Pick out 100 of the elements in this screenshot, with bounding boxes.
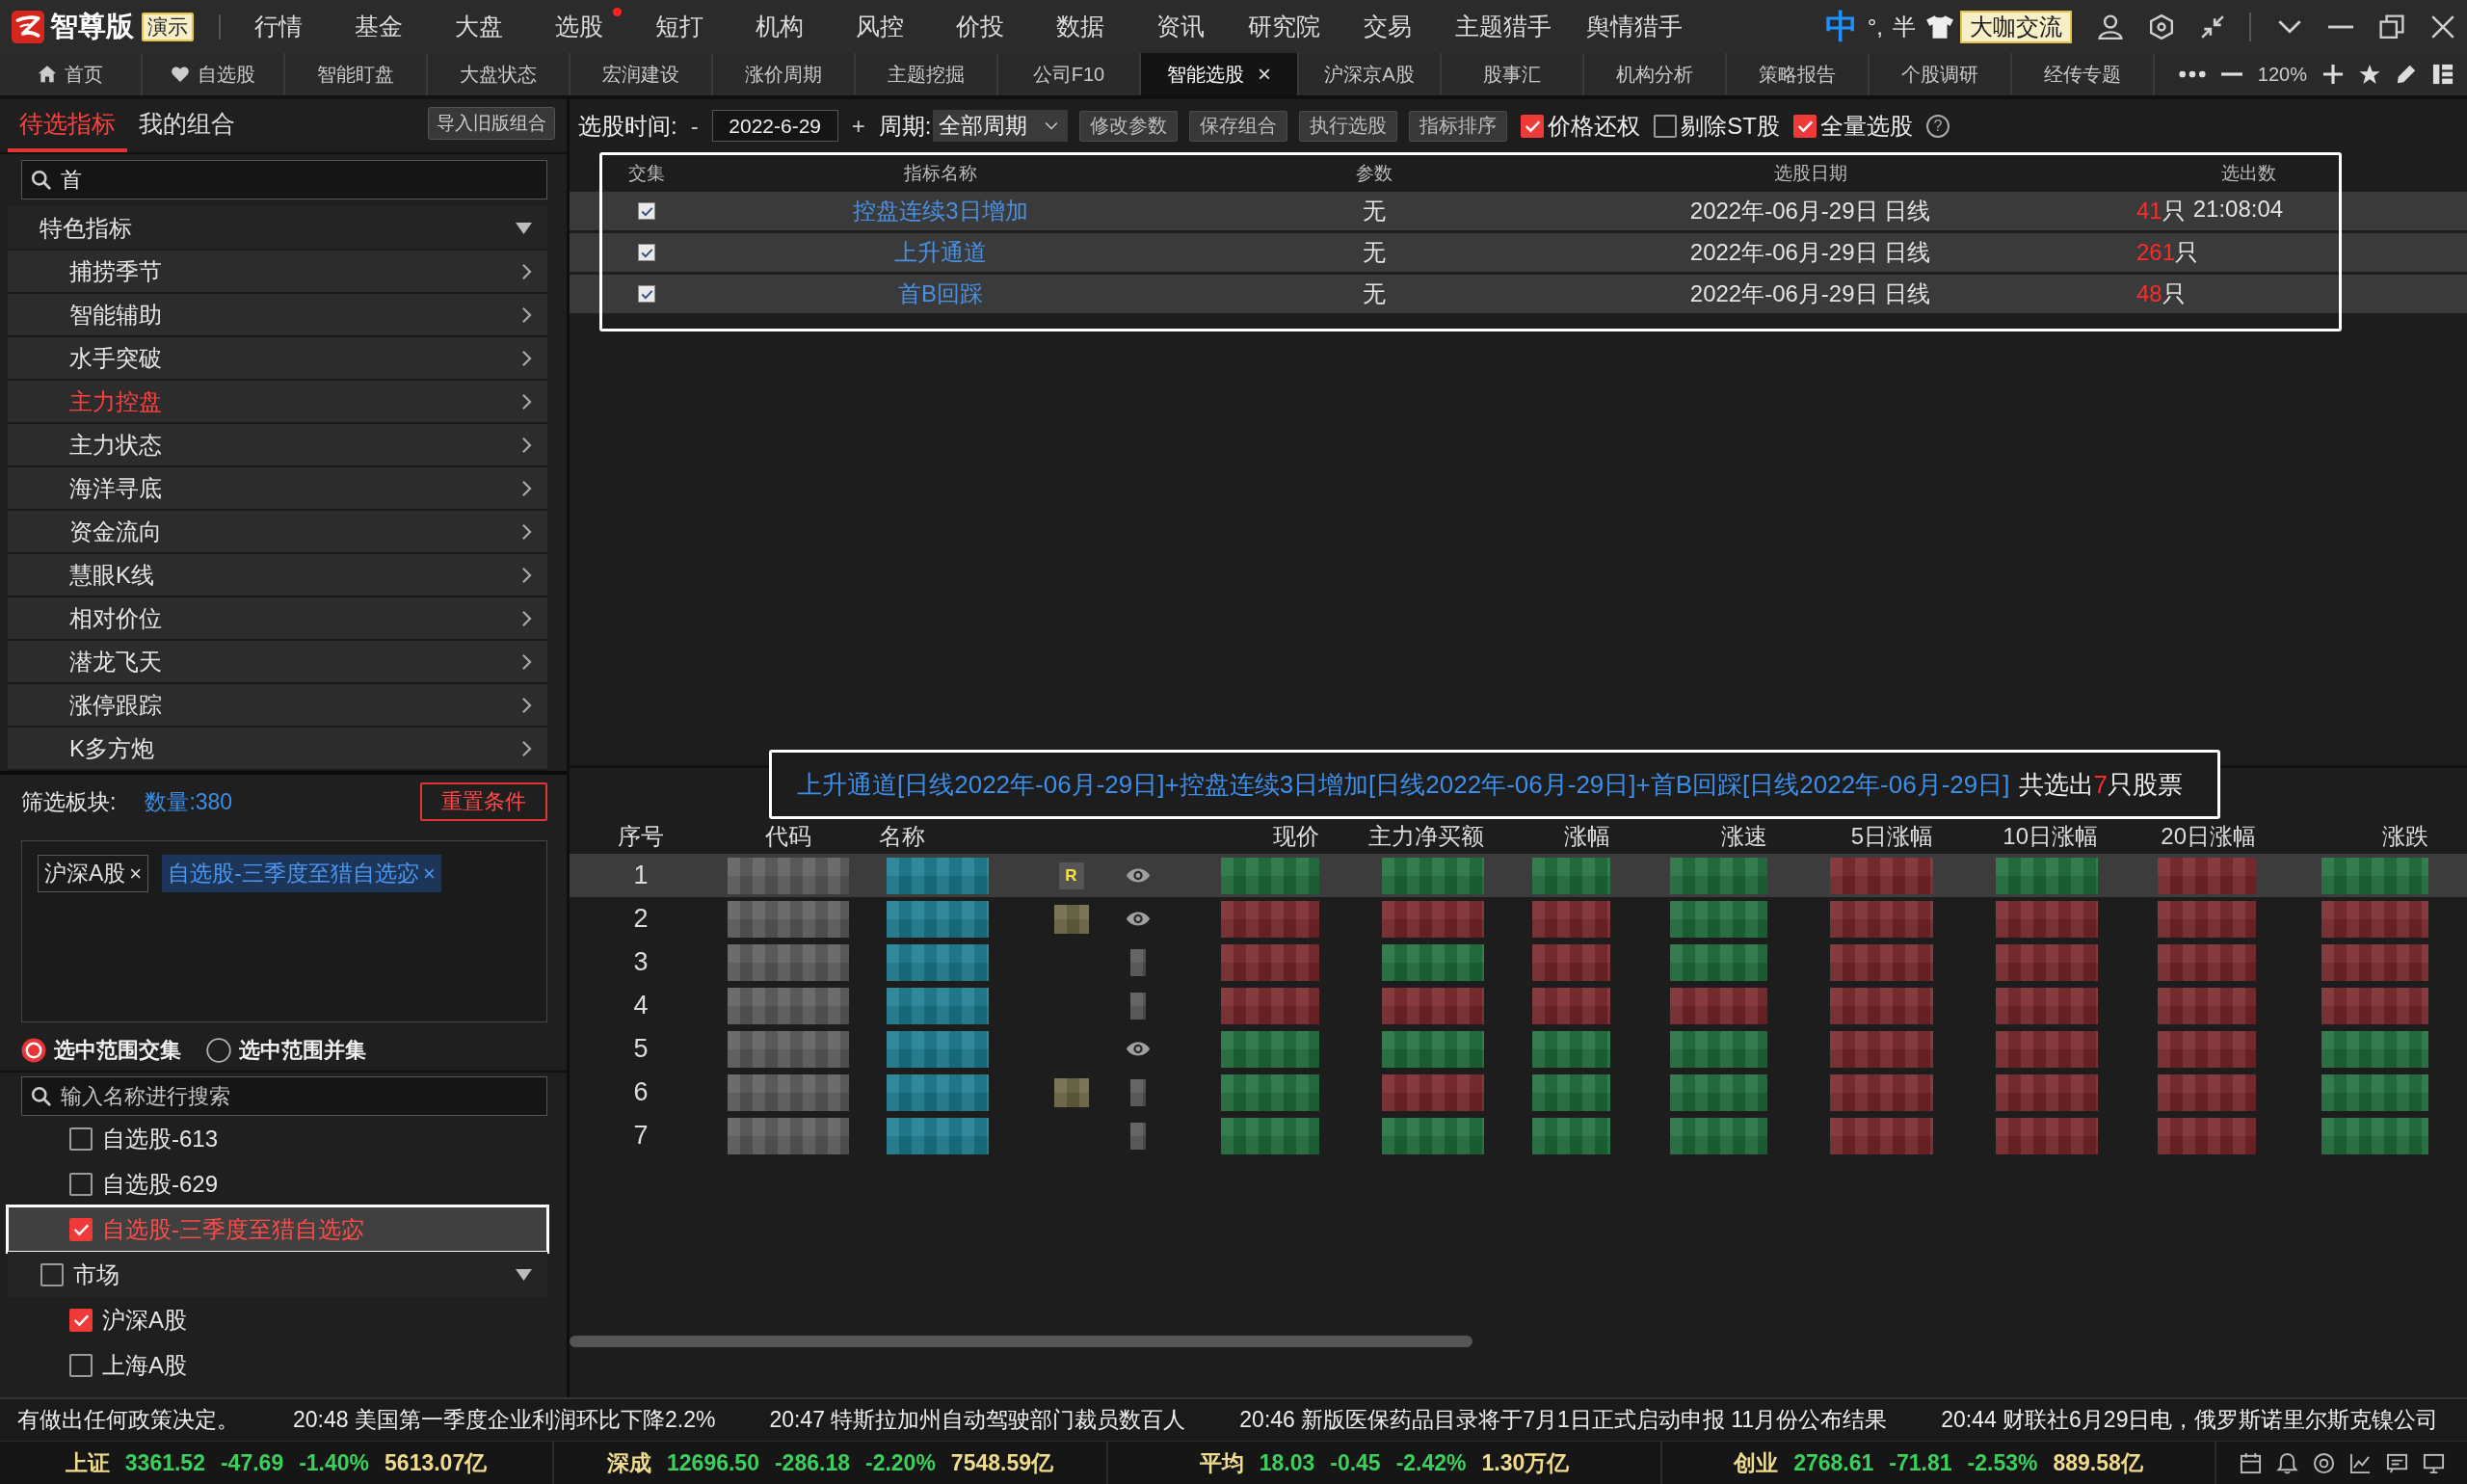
index-name[interactable]: 创业 bbox=[1734, 1447, 1779, 1478]
result-row[interactable]: 1 R bbox=[570, 854, 2467, 897]
board-item[interactable]: 自选股-629 bbox=[8, 1161, 547, 1206]
column-header[interactable]: 涨幅 bbox=[1564, 821, 1622, 852]
menu-item[interactable]: 主题猎手 bbox=[1438, 11, 1569, 42]
column-header[interactable]: 代码 bbox=[764, 821, 811, 852]
help-icon[interactable]: ? bbox=[1926, 114, 1950, 138]
news-headline[interactable]: 有做出任何政策决定。 bbox=[17, 1405, 239, 1435]
target-icon[interactable] bbox=[2312, 1451, 2335, 1474]
indicator-item[interactable]: 海洋寻底 bbox=[8, 467, 547, 511]
tab[interactable]: 主题挖掘 bbox=[856, 53, 998, 95]
tab[interactable]: 股事汇 bbox=[1442, 53, 1584, 95]
menu-item[interactable]: 交易 bbox=[1338, 11, 1438, 42]
input-mode-indicator[interactable]: 中 bbox=[1824, 4, 1858, 49]
layout-icon[interactable] bbox=[2432, 64, 2454, 85]
column-header[interactable]: 涨速 bbox=[1721, 821, 1779, 852]
menu-item[interactable]: 资讯 bbox=[1130, 11, 1231, 42]
close-tab-button[interactable]: × bbox=[1258, 61, 1271, 88]
user-icon[interactable] bbox=[2098, 13, 2123, 40]
filter-tag[interactable]: 沪深A股 × bbox=[38, 855, 149, 892]
checkbox[interactable] bbox=[1654, 114, 1678, 138]
tab[interactable]: 首页 bbox=[0, 53, 143, 95]
tab[interactable]: 策略报告 bbox=[1727, 53, 1870, 95]
search-field[interactable]: 首 bbox=[21, 160, 547, 199]
result-row[interactable]: 6 bbox=[570, 1071, 2467, 1114]
checkbox[interactable] bbox=[69, 1126, 93, 1151]
news-headline[interactable]: 20:44 财联社6月29日电，俄罗斯诺里尔斯克镍公司 bbox=[1941, 1405, 2439, 1435]
news-headline[interactable]: 20:46 新版医保药品目录将于7月1日正式启动申报 11月份公布结果 bbox=[1239, 1405, 1888, 1435]
indicator-item[interactable]: 资金流向 bbox=[8, 511, 547, 554]
hexagon-icon[interactable] bbox=[2149, 13, 2174, 40]
tab[interactable]: 机构分析 bbox=[1584, 53, 1727, 95]
board-group[interactable]: 市场 bbox=[8, 1252, 547, 1297]
checkbox-label[interactable]: 价格还权 bbox=[1548, 110, 1641, 142]
radio-label[interactable]: 选中范围交集 bbox=[54, 1036, 181, 1065]
result-row[interactable]: 5 bbox=[570, 1027, 2467, 1071]
column-header[interactable]: 序号 bbox=[618, 821, 664, 852]
menu-item[interactable]: 机构 bbox=[729, 11, 830, 42]
toolbar-button[interactable]: 修改参数 bbox=[1079, 110, 1179, 142]
menu-item[interactable]: 数据 bbox=[1030, 11, 1130, 42]
tab[interactable]: 智能盯盘 bbox=[285, 53, 428, 95]
menu-item[interactable]: 选股 bbox=[529, 11, 629, 42]
index-name[interactable]: 平均 bbox=[1199, 1447, 1244, 1478]
panel-tab[interactable]: 待选指标 bbox=[8, 99, 127, 152]
toolbar-button[interactable]: 指标排序 bbox=[1409, 110, 1508, 142]
tab[interactable]: 经传专题 bbox=[2012, 53, 2155, 95]
panel-tab[interactable]: 我的组合 bbox=[127, 99, 247, 152]
checkbox[interactable] bbox=[1793, 114, 1817, 138]
radio-button[interactable] bbox=[21, 1038, 46, 1063]
indicator-item[interactable]: 捕捞季节 bbox=[8, 251, 547, 294]
column-header[interactable]: 5日涨幅 bbox=[1850, 821, 1945, 852]
eye-icon[interactable] bbox=[1125, 1041, 1151, 1057]
index-name[interactable]: 上证 bbox=[65, 1447, 110, 1478]
reset-button[interactable]: 重置条件 bbox=[420, 782, 547, 821]
remove-tag-button[interactable]: × bbox=[422, 861, 436, 887]
indicator-item[interactable]: 相对价位 bbox=[8, 597, 547, 641]
indicator-item[interactable]: 主力状态 bbox=[8, 424, 547, 467]
tab[interactable]: 个股调研 bbox=[1870, 53, 2012, 95]
board-item[interactable]: 沪深A股 bbox=[8, 1297, 547, 1342]
result-row[interactable]: 7 bbox=[570, 1114, 2467, 1157]
decrement-button[interactable]: - bbox=[686, 112, 703, 140]
line-chart-icon[interactable] bbox=[2348, 1451, 2372, 1474]
star-icon[interactable] bbox=[2359, 64, 2380, 85]
checkbox-label[interactable]: 剔除ST股 bbox=[1681, 110, 1781, 142]
eye-icon[interactable] bbox=[1125, 911, 1151, 927]
punctuation-indicator[interactable]: °, bbox=[1867, 13, 1883, 40]
tab[interactable]: 大盘状态 bbox=[428, 53, 570, 95]
menu-item[interactable]: 行情 bbox=[228, 11, 329, 42]
more-icon[interactable] bbox=[2178, 70, 2206, 78]
date-field[interactable]: 2022-6-29 bbox=[711, 110, 838, 142]
checkbox[interactable] bbox=[40, 1262, 64, 1286]
tab[interactable]: 涨价周期 bbox=[713, 53, 856, 95]
column-header[interactable]: 现价 bbox=[1273, 821, 1331, 852]
indicator-item[interactable]: 智能辅助 bbox=[8, 294, 547, 337]
bell-icon[interactable] bbox=[2275, 1451, 2298, 1474]
column-header[interactable]: 主力净买额 bbox=[1368, 821, 1496, 852]
chevron-down-icon[interactable] bbox=[2277, 19, 2302, 34]
period-dropdown[interactable]: 全部周期 bbox=[933, 110, 1069, 142]
indicator-item[interactable]: 涨停跟踪 bbox=[8, 684, 547, 728]
checkbox[interactable] bbox=[69, 1217, 93, 1241]
board-search-field[interactable]: 输入名称进行搜索 bbox=[21, 1076, 547, 1116]
board-item[interactable]: 自选股-613 bbox=[8, 1116, 547, 1161]
board-item[interactable]: 上海A股 bbox=[8, 1342, 547, 1388]
column-header[interactable]: 20日涨幅 bbox=[2161, 821, 2268, 852]
news-headline[interactable]: 20:48 美国第一季度企业利润环比下降2.2% bbox=[293, 1405, 716, 1435]
radio-label[interactable]: 选中范围并集 bbox=[239, 1036, 366, 1065]
restore-icon[interactable] bbox=[2379, 13, 2404, 40]
indicator-item[interactable]: 潜龙飞天 bbox=[8, 641, 547, 684]
indicator-category[interactable]: 特色指标 bbox=[8, 207, 547, 251]
row-checkbox[interactable] bbox=[638, 244, 655, 261]
filter-tag[interactable]: 自选股-三季度至猎自选宓 × bbox=[162, 855, 441, 892]
shirt-icon[interactable] bbox=[1925, 13, 1954, 40]
menu-item[interactable]: 基金 bbox=[329, 11, 429, 42]
index-name[interactable]: 深成 bbox=[607, 1447, 651, 1478]
menu-item[interactable]: 短打 bbox=[629, 11, 729, 42]
checkbox-label[interactable]: 全量选股 bbox=[1820, 110, 1914, 142]
indicator-item[interactable]: K多方炮 bbox=[8, 728, 547, 771]
calendar-icon[interactable] bbox=[2239, 1451, 2262, 1474]
indicator-item[interactable]: 水手突破 bbox=[8, 337, 547, 381]
tab[interactable]: 智能选股 × bbox=[1141, 53, 1299, 95]
zoom-out-icon[interactable] bbox=[2220, 72, 2242, 76]
